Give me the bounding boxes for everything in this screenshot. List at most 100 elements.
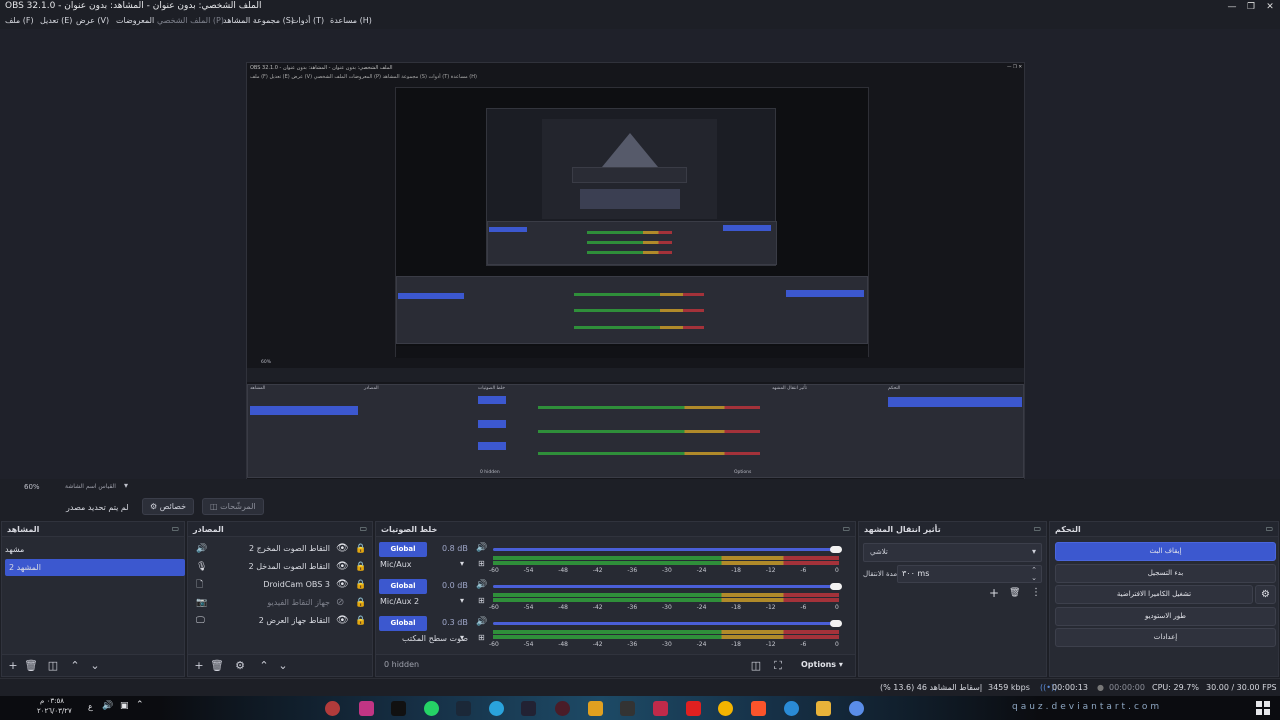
spin-up-icon[interactable]: ⌃ [1031, 566, 1037, 574]
app-icon[interactable] [555, 701, 570, 716]
telegram-icon[interactable] [489, 701, 504, 716]
mixer-badge[interactable]: Global [379, 616, 427, 631]
monitor-icon[interactable]: ⊞ [478, 633, 485, 642]
source-item[interactable]: 🔊 التقاط الصوت المخرج 2 👁 🔒 [188, 540, 372, 558]
dock-popout-icon[interactable]: ▭ [1033, 524, 1041, 533]
volume-icon[interactable]: 🔊 [102, 701, 113, 711]
app-icon[interactable] [521, 701, 536, 716]
app-icon[interactable] [620, 701, 635, 716]
windows-start-icon[interactable] [1256, 701, 1270, 715]
add-transition-icon[interactable]: + [989, 586, 999, 600]
menu-view[interactable]: عرض (V) [76, 16, 109, 25]
dock-popout-icon[interactable]: ▭ [359, 524, 367, 533]
chevron-down-icon[interactable]: ⌄ [87, 658, 103, 674]
network-icon[interactable]: ▣ [120, 701, 129, 711]
filter-icon[interactable]: ◫ [45, 658, 61, 674]
chevron-down-icon[interactable]: ⌄ [275, 658, 291, 674]
eye-icon[interactable]: 👁 [336, 612, 349, 630]
add-icon[interactable]: + [191, 658, 207, 674]
menu-edit[interactable]: تعديل (E) [40, 16, 72, 25]
properties-button[interactable]: ⚙ خصائص [142, 498, 195, 515]
copilot-icon[interactable] [849, 701, 864, 716]
source-item[interactable]: 📷 جهاز التقاط الفيديو ⊘ 🔒 [188, 594, 372, 612]
monitor-icon[interactable]: ⊞ [478, 559, 485, 568]
steam-icon[interactable] [456, 701, 471, 716]
spin-down-icon[interactable]: ⌄ [1031, 574, 1037, 582]
settings-button[interactable]: إعدادات [1055, 628, 1276, 647]
filters-button[interactable]: ◫ المرشّحات [202, 498, 264, 515]
mixer-badge[interactable]: Global [379, 579, 427, 594]
menu-profile[interactable]: الملف الشخصي (P) [157, 16, 224, 25]
start-recording-button[interactable]: بدء التسجيل [1055, 564, 1276, 583]
edge-icon[interactable] [784, 701, 799, 716]
virtual-camera-settings-icon[interactable]: ⚙ [1255, 585, 1276, 604]
chevron-up-icon[interactable]: ⌃ [67, 658, 83, 674]
lock-icon[interactable]: 🔒 [355, 612, 366, 630]
lock-icon[interactable]: 🔒 [355, 540, 366, 558]
maximize-button[interactable]: ❐ [1241, 0, 1261, 14]
dock-popout-icon[interactable]: ▭ [1265, 524, 1273, 533]
monitor-icon[interactable]: ⊞ [478, 596, 485, 605]
preview-canvas[interactable]: OBS 32.1.0 - الملف الشخصي: بدون عنوان - … [0, 29, 1280, 507]
eye-icon[interactable]: 👁 [336, 540, 349, 558]
eye-icon[interactable]: 👁 [336, 576, 349, 594]
menu-docks[interactable]: المعروضات [116, 16, 154, 25]
tray-chevron-icon[interactable]: ⌃ [136, 700, 144, 710]
minimize-button[interactable]: — [1222, 0, 1242, 14]
app-icon[interactable] [653, 701, 668, 716]
volume-slider-knob[interactable] [829, 546, 842, 553]
trash-icon[interactable]: 🗑 [209, 658, 225, 674]
menu-tools[interactable]: أدوات (T) [291, 16, 324, 25]
lock-icon[interactable]: 🔒 [355, 558, 366, 576]
eye-hidden-icon[interactable]: ⊘ [336, 594, 344, 612]
menu-help[interactable]: مساعدة (H) [330, 16, 372, 25]
volume-slider[interactable] [493, 622, 839, 625]
eye-icon[interactable]: 👁 [336, 558, 349, 576]
lock-icon[interactable]: 🔒 [355, 594, 366, 612]
stop-streaming-button[interactable]: إيقاف البث [1055, 542, 1276, 561]
studio-mode-button[interactable]: طور الاستوديو [1055, 607, 1276, 626]
clock-date[interactable]: ٢٠٢٦/٠٣/٢٧ [37, 707, 72, 715]
volume-slider-knob[interactable] [829, 583, 842, 590]
chevron-down-icon[interactable]: ▾ [124, 481, 128, 490]
whatsapp-icon[interactable] [424, 701, 439, 716]
start-virtual-camera-button[interactable]: تشغيل الكاميرا الافتراضية [1055, 585, 1253, 604]
tiktok-icon[interactable] [391, 701, 406, 716]
source-item[interactable]: 🎙 التقاط الصوت المدخل 2 👁 🔒 [188, 558, 372, 576]
mixer-badge[interactable]: Global [379, 542, 427, 557]
chevron-down-icon[interactable]: ▾ [460, 596, 464, 605]
speaker-icon[interactable]: 🔊 [476, 617, 487, 627]
close-button[interactable]: ✕ [1260, 0, 1280, 14]
clock-time[interactable]: ٠٣:٥٨ م [40, 697, 64, 705]
volume-slider-knob[interactable] [829, 620, 842, 627]
obs-app-icon[interactable] [325, 701, 340, 716]
youtube-icon[interactable] [686, 701, 701, 716]
scene-item[interactable]: مشهد [5, 541, 183, 558]
chevron-down-icon[interactable]: ▾ [460, 633, 464, 642]
duration-field[interactable]: ٣٠٠ ms ⌃ ⌄ [897, 565, 1042, 583]
instagram-icon[interactable] [359, 701, 374, 716]
gear-icon[interactable]: ⚙ [232, 658, 248, 674]
dock-popout-icon[interactable]: ▭ [842, 524, 850, 533]
source-item[interactable]: 🗋 DroidCam OBS 3 👁 🔒 [188, 576, 372, 594]
hidden-count[interactable]: 0 hidden [384, 660, 419, 669]
brave-icon[interactable] [751, 701, 766, 716]
language-indicator[interactable]: ع [88, 702, 93, 711]
speaker-icon[interactable]: 🔊 [476, 580, 487, 590]
zoom-level[interactable]: 60% [24, 483, 40, 491]
file-explorer-icon[interactable] [816, 701, 831, 716]
volume-slider[interactable] [493, 548, 839, 551]
source-item[interactable]: 🖵 التقاط جهاز العرض 2 👁 🔒 [188, 612, 372, 630]
options-button[interactable]: Options ▾ [801, 660, 843, 669]
menu-file[interactable]: ملف (F) [5, 16, 34, 25]
lock-icon[interactable]: 🔒 [355, 576, 366, 594]
scene-item-selected[interactable]: المشهد 2 [5, 559, 185, 576]
chrome-icon[interactable] [718, 701, 733, 716]
trash-icon[interactable]: 🗑 [1009, 588, 1020, 598]
layout-toggle-icon[interactable]: ◫ [748, 658, 764, 674]
trash-icon[interactable]: 🗑 [23, 658, 39, 674]
chevron-up-icon[interactable]: ⌃ [256, 658, 272, 674]
chevron-down-icon[interactable]: ▾ [460, 559, 464, 568]
speaker-icon[interactable]: 🔊 [476, 543, 487, 553]
vlc-icon[interactable] [588, 701, 603, 716]
